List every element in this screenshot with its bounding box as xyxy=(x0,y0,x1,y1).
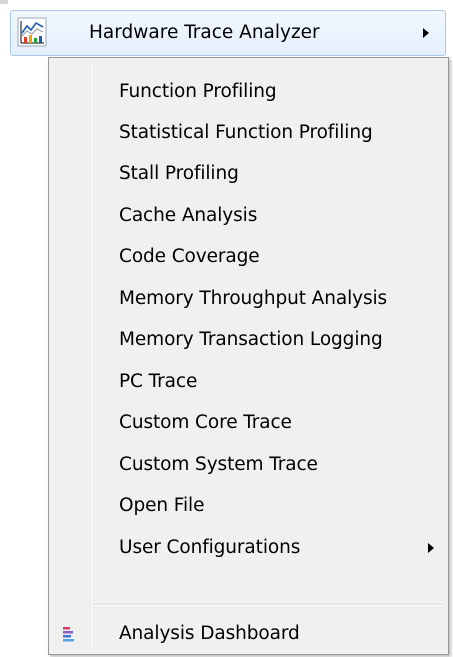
dashboard-bars-icon xyxy=(61,626,77,642)
menu-item-label: PC Trace xyxy=(119,371,198,392)
menu-item-statistical-function-profiling[interactable]: Statistical Function Profiling xyxy=(51,113,446,153)
window-edge xyxy=(0,0,8,4)
menu-item-stall-profiling[interactable]: Stall Profiling xyxy=(51,154,446,194)
menu-item-label: Memory Transaction Logging xyxy=(119,329,383,350)
menu-item-label: Function Profiling xyxy=(119,81,277,102)
menu-item-label: Cache Analysis xyxy=(119,205,258,226)
menu-item-cache-analysis[interactable]: Cache Analysis xyxy=(51,196,446,236)
menu-item-label: Analysis Dashboard xyxy=(119,623,300,644)
menu-item-pc-trace[interactable]: PC Trace xyxy=(51,362,446,402)
menu-item-custom-core-trace[interactable]: Custom Core Trace xyxy=(51,403,446,443)
menu-item-label: Open File xyxy=(119,495,205,516)
hardware-trace-analyzer-submenu: Function Profiling Statistical Function … xyxy=(48,57,449,655)
menu-item-label: Hardware Trace Analyzer xyxy=(89,22,320,43)
line-chart-icon xyxy=(17,17,47,47)
submenu-arrow-icon xyxy=(423,28,429,38)
menu-item-memory-transaction-logging[interactable]: Memory Transaction Logging xyxy=(51,320,446,360)
menu-item-open-file[interactable]: Open File xyxy=(51,486,446,526)
menu-separator xyxy=(93,604,443,606)
menu-item-label: Stall Profiling xyxy=(119,163,239,184)
submenu-arrow-icon xyxy=(428,543,434,553)
menu-item-label: Custom System Trace xyxy=(119,454,318,475)
menu-item-function-profiling[interactable]: Function Profiling xyxy=(51,72,446,112)
parent-menu: Hardware Trace Analyzer xyxy=(0,0,453,62)
menu-item-label: Code Coverage xyxy=(119,246,260,267)
menu-item-code-coverage[interactable]: Code Coverage xyxy=(51,237,446,277)
menu-item-label: Custom Core Trace xyxy=(119,412,292,433)
menu-item-custom-system-trace[interactable]: Custom System Trace xyxy=(51,445,446,485)
menu-item-hardware-trace-analyzer[interactable]: Hardware Trace Analyzer xyxy=(10,10,446,56)
menu-item-label: Statistical Function Profiling xyxy=(119,122,373,143)
menu-item-analysis-dashboard[interactable]: Analysis Dashboard xyxy=(51,614,446,654)
menu-item-label: Memory Throughput Analysis xyxy=(119,288,388,309)
menu-item-memory-throughput-analysis[interactable]: Memory Throughput Analysis xyxy=(51,279,446,319)
menu-item-user-configurations[interactable]: User Configurations xyxy=(51,528,446,568)
menu-item-label: User Configurations xyxy=(119,537,301,558)
